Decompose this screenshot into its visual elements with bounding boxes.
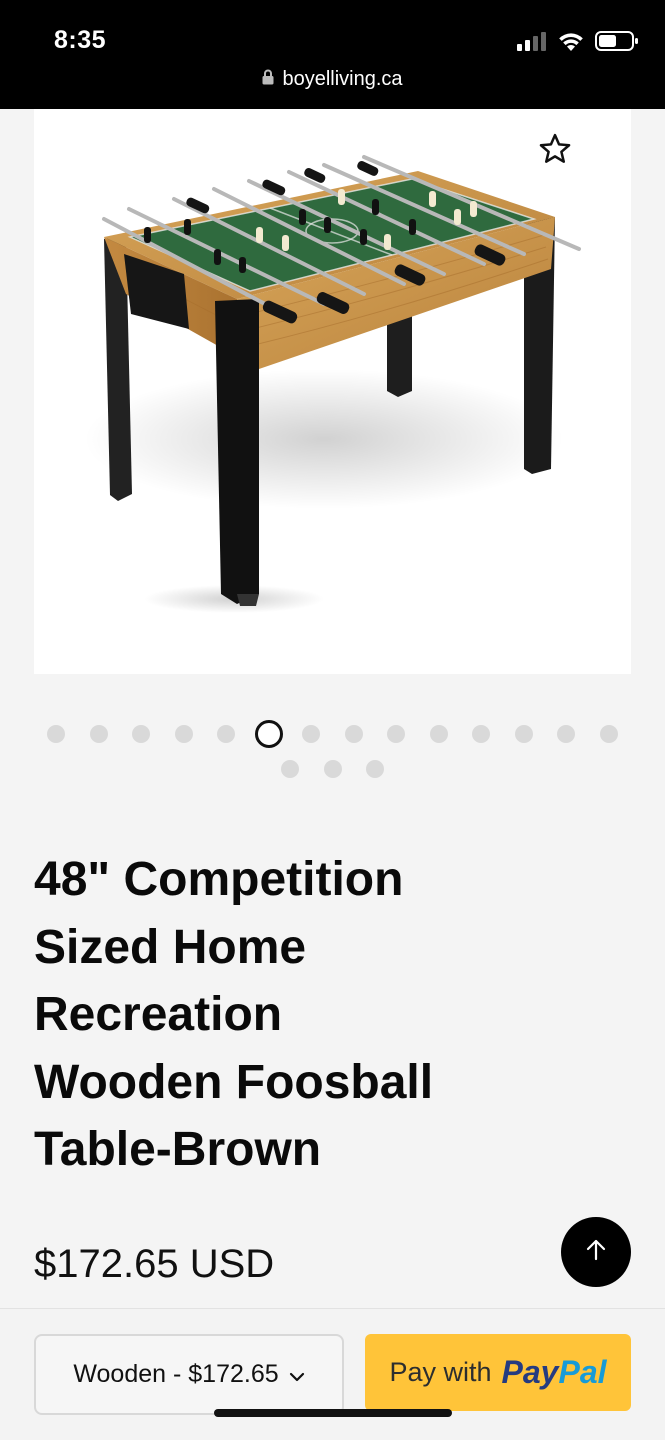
paypal-logo-part: Pay — [501, 1354, 559, 1390]
product-image[interactable] — [34, 109, 631, 674]
product-title-line: Table-Brown — [34, 1123, 322, 1176]
home-indicator — [214, 1409, 452, 1417]
gallery-dot[interactable] — [89, 725, 108, 743]
gallery-dot[interactable] — [302, 725, 320, 743]
gallery-dot[interactable] — [599, 725, 618, 743]
gallery-dot[interactable] — [514, 725, 533, 743]
gallery-dot[interactable] — [132, 725, 150, 743]
variant-select-value: Wooden - $172.65 — [73, 1360, 279, 1388]
lock-icon — [262, 68, 274, 91]
system-icons — [517, 30, 639, 57]
gallery-dot[interactable] — [387, 725, 405, 743]
gallery-dot[interactable] — [323, 760, 342, 778]
paypal-logo: PayPal — [502, 1354, 607, 1391]
purchase-bar: Wooden - $172.65 Pay with PayPal — [0, 1308, 665, 1440]
product-title: 48" Competition Sized Home Recreation Wo… — [34, 846, 554, 1184]
gallery-dot[interactable] — [344, 725, 363, 743]
gallery-dot[interactable] — [557, 725, 575, 743]
status-bar: 8:35 boyelliving.ca — [0, 0, 665, 109]
arrow-up-icon — [583, 1237, 609, 1268]
gallery-dot[interactable] — [47, 725, 65, 743]
product-title-line: Sized Home — [34, 920, 307, 974]
product-title-line: Wooden Foosball — [34, 1055, 434, 1109]
favorite-button[interactable] — [535, 131, 575, 171]
clock: 8:35 — [54, 26, 107, 54]
product-price: $172.65 USD — [34, 1242, 275, 1286]
gallery-dot[interactable] — [217, 725, 235, 743]
address-bar[interactable]: boyelliving.ca — [0, 68, 665, 91]
url-text: boyelliving.ca — [282, 68, 403, 90]
back-to-top-button[interactable] — [561, 1217, 631, 1287]
gallery-dot[interactable] — [429, 725, 448, 743]
chevron-down-icon — [289, 1360, 305, 1389]
gallery-dot-active[interactable] — [254, 720, 283, 748]
cellular-signal-icon — [517, 31, 547, 56]
gallery-dot[interactable] — [366, 760, 384, 778]
gallery-dot[interactable] — [281, 760, 299, 778]
wifi-icon — [557, 30, 585, 57]
foosball-table-image — [84, 155, 581, 613]
product-title-line: 48" Competition — [34, 853, 404, 906]
variant-select[interactable]: Wooden - $172.65 — [34, 1334, 344, 1415]
product-title-line: Recreation — [34, 988, 283, 1041]
gallery-dot[interactable] — [174, 725, 193, 743]
paypal-button-label: Pay with — [389, 1357, 492, 1387]
paypal-logo-part: Pal — [558, 1354, 607, 1390]
battery-icon — [595, 30, 639, 57]
paypal-button[interactable]: Pay with PayPal — [365, 1334, 631, 1411]
gallery-dot[interactable] — [472, 725, 490, 743]
star-outline-icon — [538, 133, 572, 170]
